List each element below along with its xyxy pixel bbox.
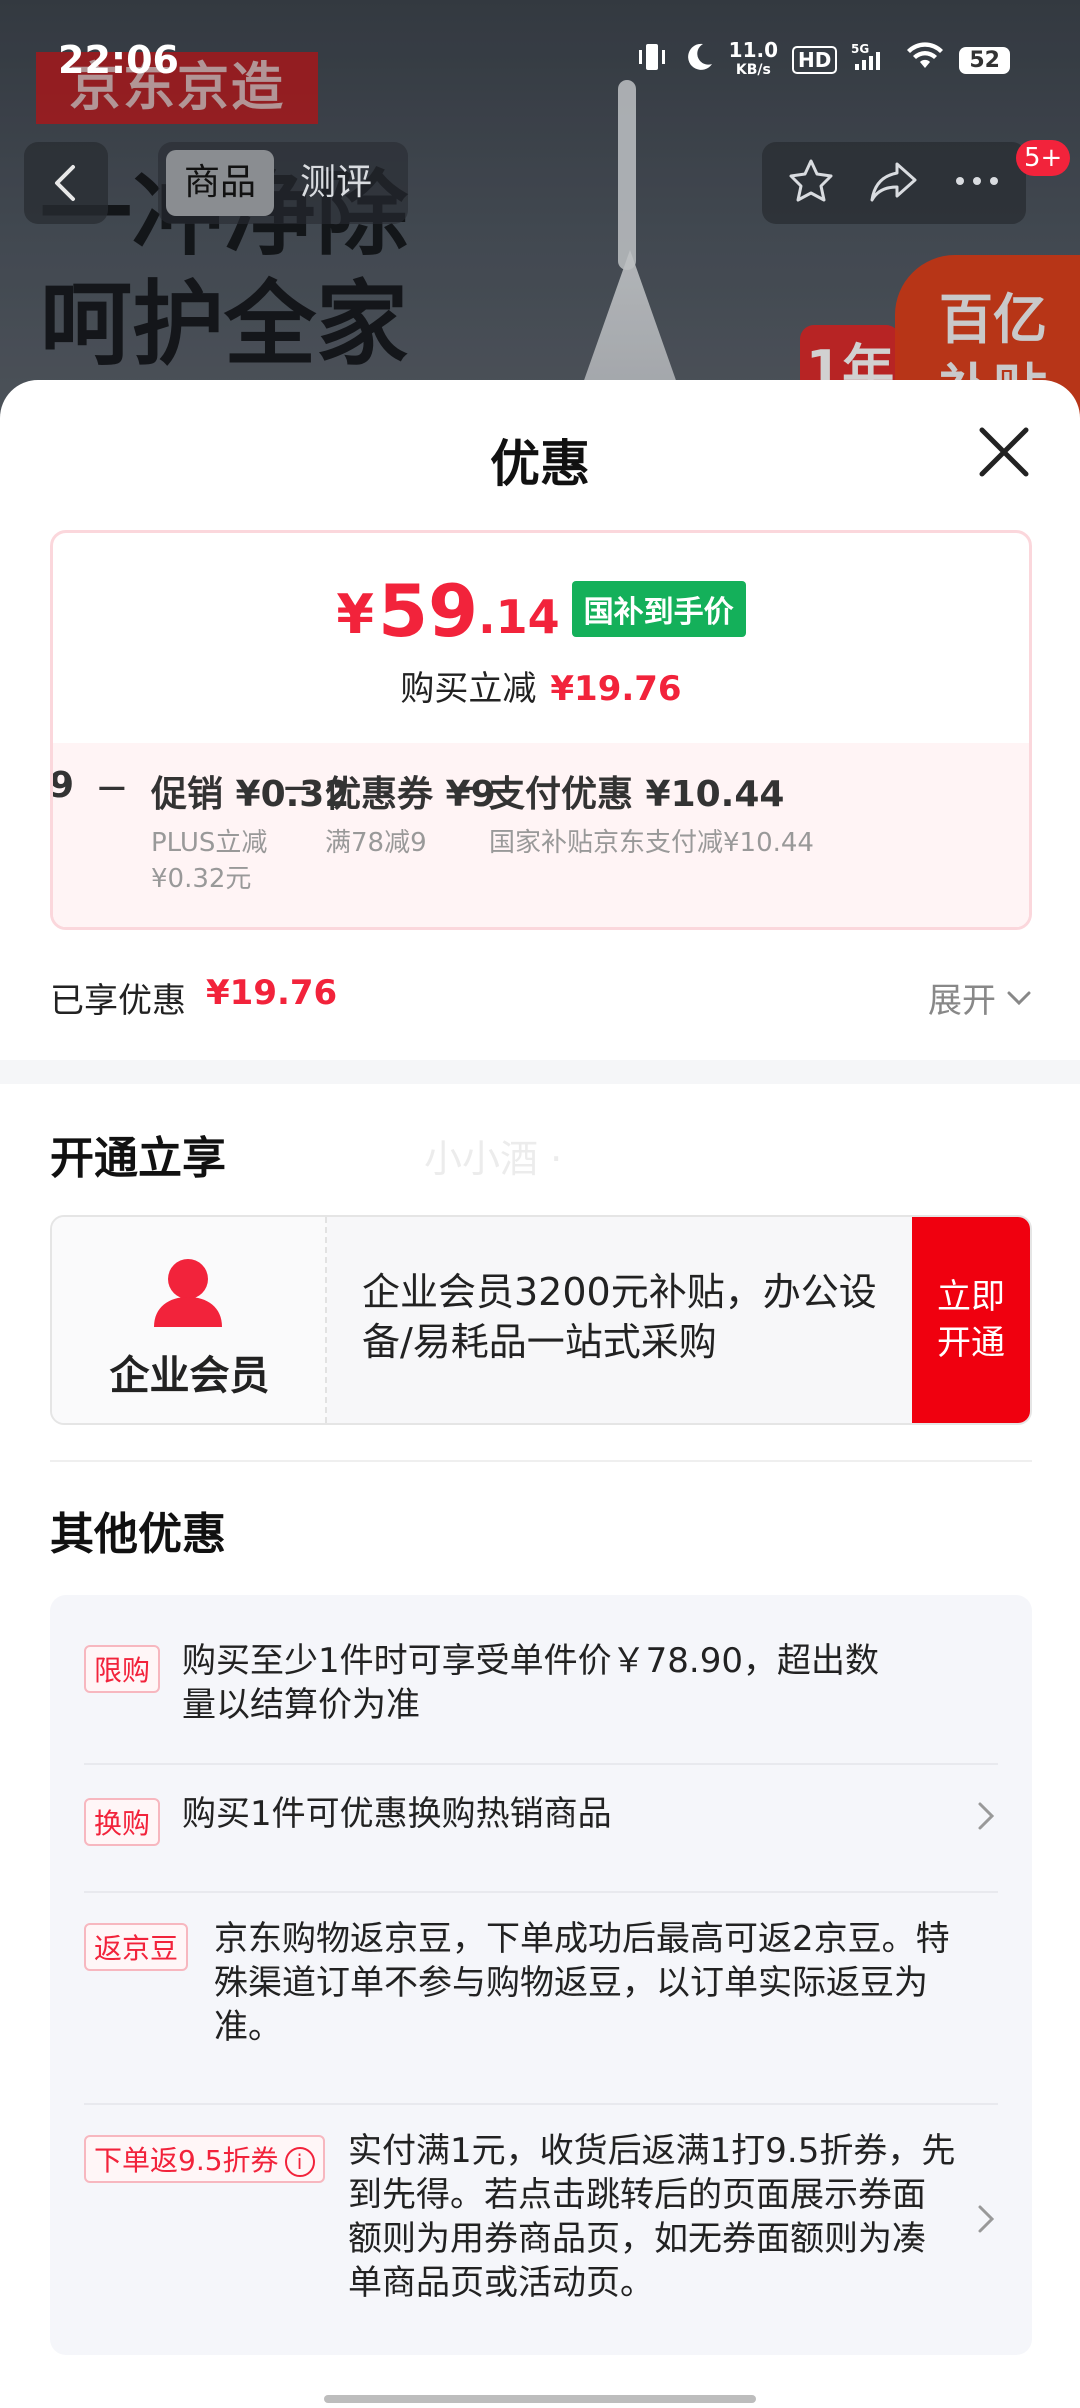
status-bar: 22:06 11.0 KB/s HD 5G 52	[0, 0, 1080, 120]
price-card: ¥ 59 .14 国补到手价 购买立减 ¥19.76 9 − 促销 ¥0.32 P…	[50, 530, 1032, 930]
price-tag: 国补到手价	[571, 581, 746, 637]
favorite-button[interactable]	[786, 156, 836, 210]
vibrate-icon	[635, 40, 669, 80]
enjoyed-value: ¥19.76	[206, 973, 338, 1013]
offer-text: 购买1件可优惠换购热销商品	[182, 1794, 612, 1834]
status-icons: 11.0 KB/s HD 5G 52	[635, 40, 1010, 80]
divider	[84, 1891, 998, 1893]
signal-icon: 5G	[851, 42, 891, 78]
hd-icon: HD	[792, 46, 838, 74]
offer-item-exchange[interactable]: 换购 购买1件可优惠换购热销商品	[84, 1792, 998, 1852]
star-icon	[789, 159, 833, 202]
expand-button[interactable]: 展开	[928, 973, 1032, 1022]
discount-breakdown: 9 − 促销 ¥0.32 PLUS立减 ¥0.32元 − 优惠券 ¥9 满78减9…	[50, 743, 1029, 927]
chevron-right-icon	[978, 2205, 995, 2233]
section-divider	[0, 1060, 1080, 1084]
battery-indicator: 52	[959, 46, 1010, 74]
save-label: 购买立减	[400, 669, 537, 709]
back-button[interactable]	[24, 142, 108, 224]
divider	[84, 2103, 998, 2105]
offer-tag: 限购	[84, 1645, 161, 1693]
other-section-title: 其他优惠	[50, 1509, 226, 1560]
price-decimal: .14	[478, 590, 560, 644]
more-button[interactable]	[952, 171, 1002, 195]
share-icon	[870, 162, 917, 202]
moon-icon	[683, 41, 715, 79]
offer-item-coupon-return[interactable]: 下单返9.5折券 i 实付满1元，收货后返满1打9.5折券，先到先得。若点击跳转后…	[84, 2129, 998, 2319]
chevron-right-icon	[978, 1802, 995, 1830]
offer-item-jingdou: 返京豆 京东购物返京豆，下单成功后最高可返2京豆。特殊渠道订单不参与购物返豆，以…	[84, 1917, 998, 2057]
minus-sign: −	[281, 765, 315, 811]
price-currency: ¥	[336, 583, 374, 646]
save-summary: 购买立减 ¥19.76	[53, 661, 1029, 710]
member-name: 企业会员	[109, 1353, 270, 1399]
back-arrow-icon	[55, 165, 75, 201]
offer-tag: 返京豆	[84, 1923, 189, 1971]
breakdown-item-promotion: 促销 ¥0.32 PLUS立减 ¥0.32元	[151, 774, 350, 894]
network-speed: 11.0 KB/s	[728, 38, 779, 78]
svg-text:5G: 5G	[851, 42, 869, 56]
more-dots-icon	[956, 177, 999, 185]
save-value: ¥19.76	[550, 669, 682, 709]
offer-tag: 下单返9.5折券 i	[84, 2135, 325, 2183]
tab-review[interactable]: 测评	[282, 150, 390, 216]
open-section-title: 开通立享	[50, 1133, 226, 1184]
member-description: 企业会员3200元补贴，办公设备/易耗品一站式采购	[362, 1270, 877, 1364]
info-icon[interactable]: i	[284, 2147, 315, 2177]
notification-badge: 5+	[1016, 140, 1071, 176]
sheet-title: 优惠	[490, 435, 590, 493]
page-tabs: 商品 测评	[158, 142, 408, 224]
discount-sheet: 优惠 ¥ 59 .14 国补到手价 购买立减 ¥19.76 9 − 促销 ¥0.…	[0, 380, 1080, 2408]
close-icon	[979, 427, 1029, 477]
breakdown-item-0: 9	[50, 765, 75, 806]
offer-tag: 换购	[84, 1798, 161, 1846]
wifi-icon	[905, 42, 945, 78]
other-offers-list: 限购 购买至少1件时可享受单件价￥78.90，超出数量以结算价为准 换购 购买1…	[50, 1595, 1032, 2355]
status-time: 22:06	[58, 38, 179, 82]
minus-sign: −	[447, 765, 481, 811]
offer-text: 购买至少1件时可享受单件价￥78.90，超出数量以结算价为准	[182, 1641, 879, 1725]
price-integer: 59	[377, 569, 479, 653]
share-button[interactable]	[867, 156, 921, 210]
enjoyed-discount-row: 已享优惠 ¥19.76 展开	[50, 965, 1032, 1025]
home-indicator[interactable]	[324, 2395, 756, 2403]
final-price: ¥ 59 .14 国补到手价	[53, 575, 1029, 647]
offer-item-limit: 限购 购买至少1件时可享受单件价￥78.90，超出数量以结算价为准	[84, 1639, 998, 1725]
divider	[84, 1763, 998, 1765]
offer-text: 实付满1元，收货后返满1打9.5折券，先到先得。若点击跳转后的页面展示券面额则为…	[348, 2131, 956, 2303]
chevron-down-icon	[1007, 991, 1031, 1005]
watermark: 小小酒 ·	[424, 1137, 563, 1181]
minus-sign: −	[95, 765, 129, 811]
tab-product[interactable]: 商品	[166, 150, 275, 216]
enterprise-member-card[interactable]: 企业会员 企业会员3200元补贴，办公设备/易耗品一站式采购 立即开通	[50, 1215, 1032, 1425]
breakdown-item-payment: 支付优惠 ¥10.44 国家补贴京东支付减¥10.44	[489, 774, 814, 858]
user-icon	[154, 1259, 222, 1327]
divider	[50, 1460, 1032, 1462]
offer-text: 京东购物返京豆，下单成功后最高可返2京豆。特殊渠道订单不参与购物返豆，以订单实际…	[214, 1919, 950, 2047]
close-button[interactable]	[972, 420, 1036, 484]
enjoyed-label: 已享优惠	[50, 981, 186, 1021]
open-now-button[interactable]: 立即开通	[912, 1217, 1030, 1423]
top-actions	[762, 142, 1026, 224]
